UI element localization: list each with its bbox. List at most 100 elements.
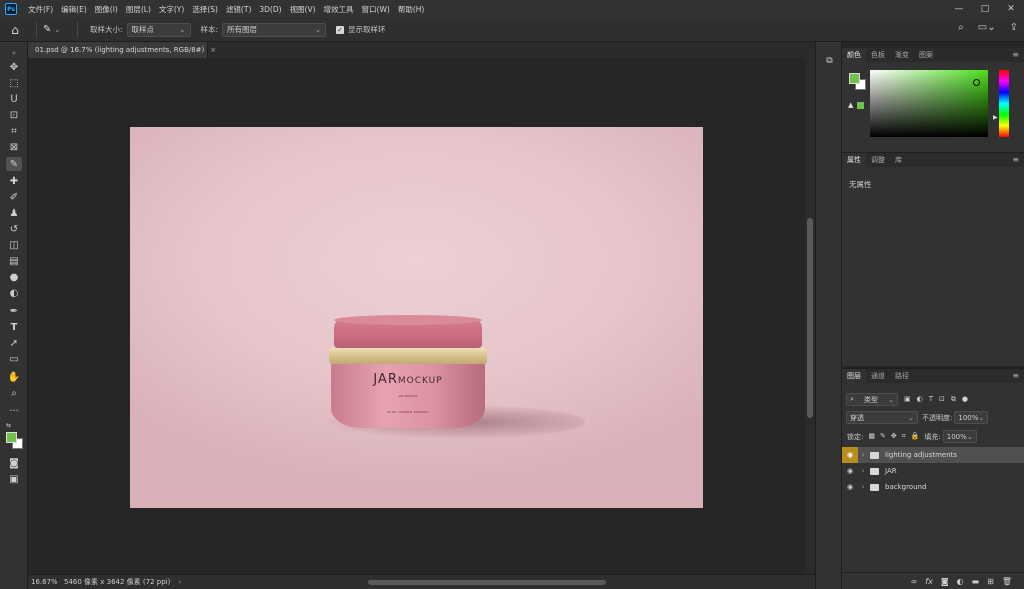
history-panel-icon[interactable]: ⧉	[823, 56, 836, 69]
search-icon[interactable]: ⌕	[958, 22, 964, 33]
tab-swatches[interactable]: 色板	[866, 48, 890, 62]
visibility-eye-icon[interactable]: ◉	[842, 479, 858, 495]
vertical-scroll-thumb[interactable]	[807, 218, 813, 418]
menu-select[interactable]: 选择(S)	[188, 4, 222, 15]
type-tool-icon[interactable]: T	[6, 320, 22, 334]
maximize-button[interactable]: □	[972, 0, 998, 18]
hand-tool-icon[interactable]: ✋	[6, 370, 22, 384]
hue-slider-marker-icon[interactable]: ▶	[993, 114, 998, 121]
smart-object-filter-icon[interactable]: ⧉	[951, 395, 956, 404]
home-icon[interactable]: ⌂	[0, 23, 30, 37]
color-field[interactable]	[870, 70, 988, 137]
eraser-tool-icon[interactable]: ◫	[6, 238, 22, 252]
layer-row-lighting-adjustments[interactable]: ◉ › lighting adjustments	[842, 447, 1024, 463]
lock-image-icon[interactable]: ✎	[880, 432, 886, 441]
hue-slider[interactable]	[999, 70, 1009, 137]
new-group-icon[interactable]: ▬	[972, 577, 980, 586]
artboard[interactable]: JARMOCKUP JAR MOCKUP 50 ML · NATURAL FOR…	[130, 127, 703, 508]
lasso-tool-icon[interactable]: ᑌ	[6, 92, 22, 106]
vertical-scrollbar[interactable]	[805, 58, 815, 574]
menu-edit[interactable]: 编辑(E)	[57, 4, 91, 15]
menu-filter[interactable]: 滤镜(T)	[222, 4, 255, 15]
tab-patterns[interactable]: 图案	[914, 48, 938, 62]
tab-paths[interactable]: 路径	[890, 369, 914, 383]
add-mask-icon[interactable]: ◙	[941, 577, 949, 586]
canvas-area[interactable]: JARMOCKUP JAR MOCKUP 50 ML · NATURAL FOR…	[28, 58, 805, 574]
close-icon[interactable]: ×	[210, 46, 216, 54]
marquee-tool-icon[interactable]: ⬚	[6, 76, 22, 90]
layer-row-jar[interactable]: ◉ › JAR	[842, 463, 1024, 479]
layer-row-background[interactable]: ◉ › background	[842, 479, 1024, 495]
tab-gradients[interactable]: 渐变	[890, 48, 914, 62]
collapse-icon[interactable]: »	[6, 46, 22, 60]
share-icon[interactable]: ⇪	[1010, 22, 1018, 33]
clone-stamp-tool-icon[interactable]: ♟	[6, 206, 22, 220]
frame-tool-icon[interactable]: ⊠	[6, 140, 22, 154]
tab-layers[interactable]: 图层	[842, 369, 866, 383]
photoshop-logo-icon[interactable]: Ps	[5, 3, 17, 15]
path-select-tool-icon[interactable]: ➚	[6, 336, 22, 350]
opacity-input[interactable]: 100% ⌄	[954, 411, 989, 424]
foreground-color-swatch[interactable]	[6, 432, 17, 443]
horizontal-scrollbar[interactable]	[178, 579, 798, 586]
menu-file[interactable]: 文件(F)	[24, 4, 57, 15]
panel-menu-icon[interactable]: ≡	[1012, 50, 1019, 59]
menu-view[interactable]: 视图(V)	[286, 4, 320, 15]
layer-style-icon[interactable]: fx	[925, 577, 933, 586]
document-tab[interactable]: 01.psd @ 16.7% (lighting adjustments, RG…	[28, 42, 216, 58]
visibility-eye-icon[interactable]: ◉	[842, 447, 858, 463]
menu-window[interactable]: 窗口(W)	[358, 4, 394, 15]
tab-channels[interactable]: 通道	[866, 369, 890, 383]
layer-filter-select[interactable]: ⌕ 类型 ⌄	[846, 393, 898, 406]
chevron-right-icon[interactable]: ›	[858, 483, 868, 491]
minimize-button[interactable]: —	[946, 0, 972, 18]
rectangle-tool-icon[interactable]: ▭	[6, 352, 22, 366]
screen-mode-icon[interactable]: ▣	[6, 472, 22, 486]
tab-libraries[interactable]: 库	[890, 153, 907, 167]
blend-mode-select[interactable]: 穿透 ⌄	[846, 411, 918, 424]
filter-toggle-icon[interactable]: ●	[962, 395, 968, 404]
history-brush-tool-icon[interactable]: ↺	[6, 222, 22, 236]
lock-all-icon[interactable]: 🔒	[911, 432, 920, 441]
new-layer-icon[interactable]: ⊞	[987, 577, 994, 586]
object-select-tool-icon[interactable]: ⊡	[6, 108, 22, 122]
gamut-color-chip[interactable]	[857, 102, 864, 109]
healing-brush-tool-icon[interactable]: ✚	[6, 174, 22, 188]
trash-icon[interactable]: 🗑	[1002, 577, 1012, 586]
tab-properties[interactable]: 属性	[842, 153, 866, 167]
pixel-filter-icon[interactable]: ▣	[904, 395, 911, 404]
eyedropper-tool-icon[interactable]: ✎	[6, 157, 22, 171]
gradient-tool-icon[interactable]: ▤	[6, 254, 22, 268]
crop-tool-icon[interactable]: ⌗	[6, 124, 22, 138]
lock-position-icon[interactable]: ✥	[891, 432, 897, 441]
workspace-icon[interactable]: ▭⌄	[978, 22, 996, 33]
chevron-right-icon[interactable]: ›	[858, 467, 868, 475]
sample-select[interactable]: 所有图层 ⌄	[222, 22, 327, 37]
menu-3d[interactable]: 3D(D)	[255, 5, 285, 14]
fill-input[interactable]: 100% ⌄	[942, 430, 977, 443]
lock-transparent-icon[interactable]: ▦	[868, 432, 875, 441]
gamut-warning-icon[interactable]: ▲	[848, 101, 856, 109]
adjustment-filter-icon[interactable]: ◐	[917, 395, 923, 404]
tool-preset-picker[interactable]: ✎ ⌄	[43, 24, 71, 35]
panel-foreground-swatch[interactable]	[849, 73, 860, 84]
adjustment-layer-icon[interactable]: ◐	[957, 577, 964, 586]
reset-colors-icon[interactable]: ⇆	[6, 418, 22, 432]
zoom-level[interactable]: 16.67%	[28, 578, 58, 586]
lock-artboard-icon[interactable]: ⌗	[902, 432, 906, 441]
zoom-tool-icon[interactable]: ⌕	[6, 386, 22, 400]
tab-color[interactable]: 颜色	[842, 48, 866, 62]
sample-size-select[interactable]: 取样点 ⌄	[126, 22, 191, 37]
menu-help[interactable]: 帮助(H)	[394, 4, 429, 15]
menu-plugins[interactable]: 增效工具	[320, 4, 358, 15]
panel-menu-icon[interactable]: ≡	[1012, 371, 1019, 380]
quick-mask-icon[interactable]: ◙	[6, 456, 22, 470]
close-button[interactable]: ✕	[998, 0, 1024, 18]
menu-layer[interactable]: 图层(L)	[122, 4, 155, 15]
show-ring-checkbox[interactable]: ✓	[336, 25, 345, 34]
menu-type[interactable]: 文字(Y)	[155, 4, 188, 15]
color-picker-ring[interactable]	[973, 79, 980, 86]
pen-tool-icon[interactable]: ✒	[6, 304, 22, 318]
tab-adjustments[interactable]: 调整	[866, 153, 890, 167]
link-layers-icon[interactable]: ∞	[911, 577, 918, 586]
